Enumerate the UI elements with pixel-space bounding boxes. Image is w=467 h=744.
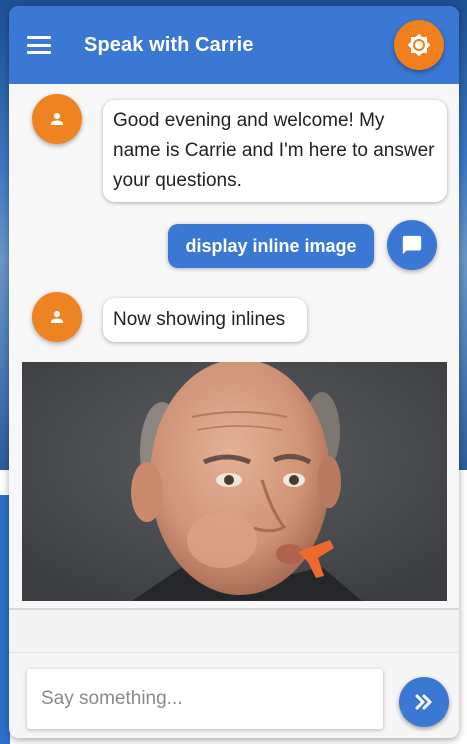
bot-avatar xyxy=(32,94,82,144)
person-icon xyxy=(51,113,63,125)
message-text: Good evening and welcome! My name is Car… xyxy=(113,110,435,191)
message-list[interactable]: Good evening and welcome! My name is Car… xyxy=(9,84,459,610)
portrait-image xyxy=(22,362,447,601)
chat-widget: Speak with Carrie Good evening and welco… xyxy=(9,6,459,738)
chat-bubble-icon xyxy=(402,235,422,255)
double-chevron-right-icon xyxy=(415,694,432,710)
bot-message-bubble: Now showing inlines xyxy=(103,298,307,342)
brightness-icon xyxy=(407,33,431,57)
chat-title: Speak with Carrie xyxy=(84,34,254,56)
bot-message-bubble: Good evening and welcome! My name is Car… xyxy=(103,100,447,202)
theme-toggle-button[interactable] xyxy=(394,20,444,70)
person-icon xyxy=(51,311,63,323)
inline-image[interactable] xyxy=(22,362,447,601)
bot-avatar xyxy=(32,292,82,342)
send-button[interactable] xyxy=(399,677,449,727)
message-input[interactable] xyxy=(27,669,383,729)
chat-footer xyxy=(9,652,459,738)
user-message-bubble: display inline image xyxy=(168,224,374,268)
spacer xyxy=(9,610,459,652)
message-text: display inline image xyxy=(185,235,357,256)
message-text: Now showing inlines xyxy=(113,309,286,330)
chat-header: Speak with Carrie xyxy=(9,6,459,84)
user-avatar xyxy=(387,220,437,270)
hamburger-menu-icon[interactable] xyxy=(27,36,51,54)
